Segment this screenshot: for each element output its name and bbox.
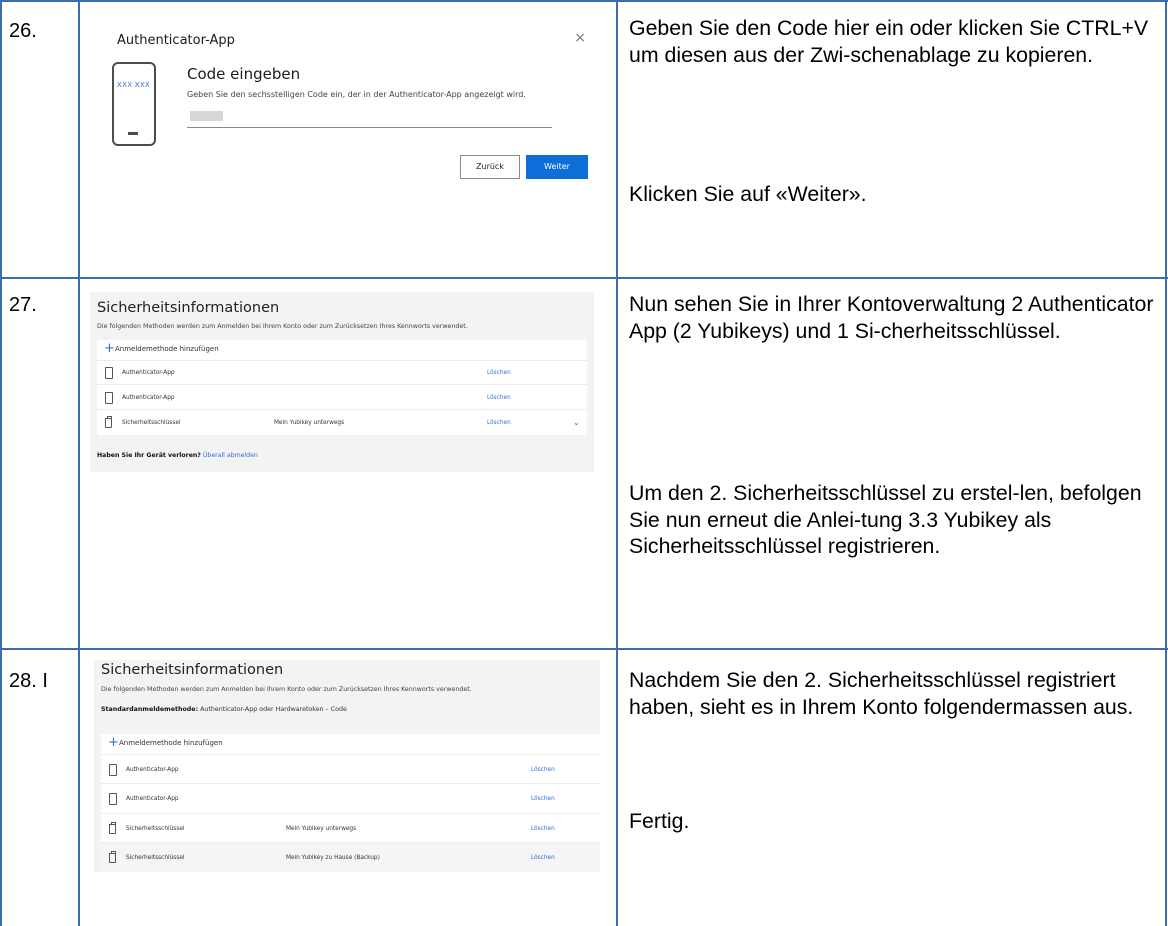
code-input[interactable] — [187, 109, 552, 128]
step-28-description: Nachdem Sie den 2. Sicherheitsschlüssel … — [629, 667, 1159, 835]
default-method-label: Standardanmeldemethode: — [101, 706, 199, 713]
dialog-title: Authenticator-App — [117, 33, 235, 48]
default-method-value: Authenticator-App oder Hardwaretoken – C… — [200, 706, 347, 713]
step-number-26: 26. — [9, 20, 37, 42]
table-border-row2 — [0, 648, 1168, 650]
phone-icon — [109, 763, 117, 776]
delete-link[interactable]: Löschen — [487, 395, 511, 401]
default-method-line: Standardanmeldemethode: Authenticator-Ap… — [101, 706, 347, 713]
dialog-instruction: Geben Sie den sechsstelligen Code ein, d… — [187, 90, 526, 99]
step-27-text-1: Nun sehen Sie in Ihrer Kontoverwaltung 2… — [629, 292, 1154, 343]
method-row: Authenticator-App Löschen — [97, 384, 587, 410]
security-key-icon — [109, 821, 116, 834]
table-border-col2 — [616, 0, 618, 926]
step-27-description: Nun sehen Sie in Ihrer Kontoverwaltung 2… — [629, 291, 1159, 560]
method-row: Sicherheitsschlüssel Mein Yubikey unterw… — [97, 409, 587, 436]
method-name: Sicherheitsschlüssel — [122, 420, 181, 426]
method-row: Sicherheitsschlüssel Mein Yubikey unterw… — [101, 813, 600, 843]
security-subtitle: Die folgenden Methoden werden zum Anmeld… — [97, 323, 468, 330]
method-row: Authenticator-App Löschen — [101, 754, 600, 784]
security-key-icon — [105, 416, 112, 428]
step-27-text-2: Um den 2. Sicherheitsschlüssel zu erstel… — [629, 481, 1142, 558]
step-26-description: Geben Sie den Code hier ein oder klicken… — [629, 15, 1159, 208]
add-method-label: Anmeldemethode hinzufügen — [115, 345, 219, 353]
phone-home-bar — [128, 132, 138, 135]
methods-card: + Anmeldemethode hinzufügen Authenticato… — [97, 340, 587, 435]
method-name: Sicherheitsschlüssel — [126, 825, 185, 832]
security-info-panel-28: Sicherheitsinformationen Die folgenden M… — [94, 660, 600, 872]
next-button[interactable]: Weiter — [526, 155, 588, 179]
phone-icon — [105, 367, 113, 379]
dialog-heading: Code eingeben — [187, 65, 301, 83]
add-method-label: Anmeldemethode hinzufügen — [119, 739, 223, 747]
step-number-28: 28. I — [9, 670, 48, 692]
method-detail: Mein Yubikey zu Hause (Backup) — [286, 854, 380, 861]
security-title: Sicherheitsinformationen — [101, 662, 284, 678]
step-28-text-1: Nachdem Sie den 2. Sicherheitsschlüssel … — [629, 668, 1134, 719]
security-key-icon — [109, 850, 116, 863]
add-method-button[interactable]: + Anmeldemethode hinzufügen — [97, 340, 587, 360]
step-number-27: 27. — [9, 294, 37, 316]
phone-icon — [109, 793, 117, 805]
delete-link[interactable]: Löschen — [487, 370, 511, 376]
method-name: Authenticator-App — [126, 766, 179, 773]
delete-link[interactable]: Löschen — [531, 767, 555, 773]
sign-out-everywhere-link[interactable]: Überall abmelden — [203, 452, 258, 459]
phone-code-placeholder: XXX XXX — [117, 81, 151, 89]
method-row: Sicherheitsschlüssel Mein Yubikey zu Hau… — [101, 842, 600, 872]
method-detail: Mein Yubikey unterwegs — [274, 420, 345, 426]
step-26-text-1: Geben Sie den Code hier ein oder klicken… — [629, 16, 1149, 67]
table-border-top — [0, 0, 1168, 2]
methods-card: + Anmeldemethode hinzufügen Authenticato… — [101, 734, 600, 872]
back-button[interactable]: Zurück — [460, 155, 520, 179]
method-name: Authenticator-App — [126, 796, 179, 802]
delete-link[interactable]: Löschen — [531, 826, 555, 832]
method-name: Authenticator-App — [122, 370, 175, 376]
method-row: Authenticator-App Löschen — [101, 783, 600, 814]
method-name: Sicherheitsschlüssel — [126, 854, 185, 861]
phone-icon — [105, 391, 113, 404]
plus-icon: + — [108, 735, 119, 750]
method-name: Authenticator-App — [122, 394, 175, 401]
authenticator-dialog: Authenticator-App × XXX XXX Code eingebe… — [94, 14, 608, 204]
table-border-left — [0, 0, 2, 926]
delete-link[interactable]: Löschen — [531, 855, 555, 861]
security-title: Sicherheitsinformationen — [97, 300, 280, 316]
code-input-blurred-value — [190, 111, 223, 121]
table-border-right — [1165, 0, 1167, 926]
method-detail: Mein Yubikey unterwegs — [286, 825, 357, 832]
add-method-button[interactable]: + Anmeldemethode hinzufügen — [101, 734, 600, 754]
step-28-text-2: Fertig. — [629, 809, 690, 833]
security-subtitle: Die folgenden Methoden werden zum Anmeld… — [101, 686, 472, 693]
lost-device-question: Haben Sie Ihr Gerät verloren? — [97, 452, 201, 459]
table-border-col1 — [78, 0, 80, 926]
delete-link[interactable]: Löschen — [531, 796, 555, 802]
phone-icon: XXX XXX — [112, 62, 156, 146]
lost-device-line: Haben Sie Ihr Gerät verloren? Überall ab… — [97, 452, 258, 459]
plus-icon: + — [104, 341, 115, 356]
delete-link[interactable]: Löschen — [487, 420, 511, 426]
chevron-down-icon[interactable]: ⌄ — [573, 418, 580, 427]
security-info-panel-27: Sicherheitsinformationen Die folgenden M… — [90, 292, 594, 472]
table-border-row1 — [0, 277, 1168, 279]
step-26-text-2: Klicken Sie auf «Weiter». — [629, 182, 867, 206]
method-row: Authenticator-App Löschen — [97, 360, 587, 385]
close-icon[interactable]: × — [574, 30, 586, 46]
